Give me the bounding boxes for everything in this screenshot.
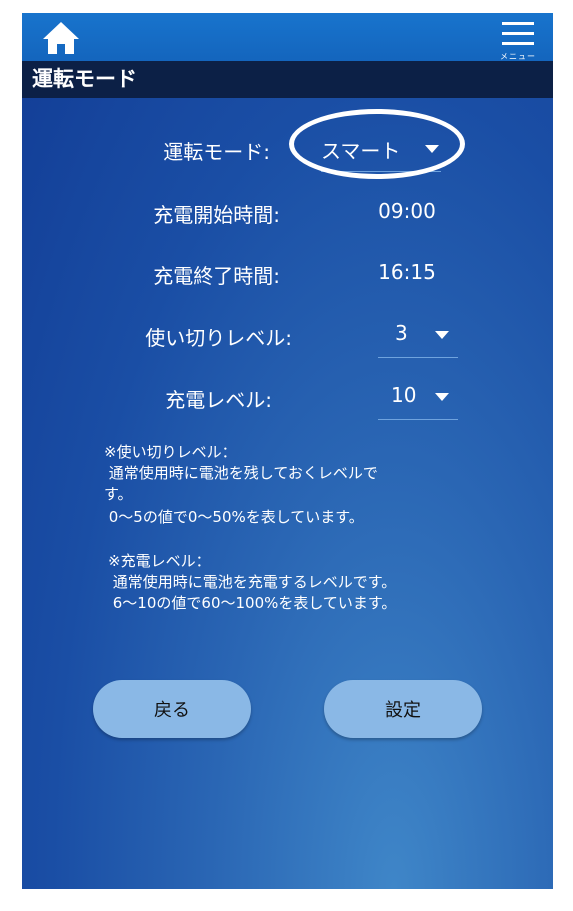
menu-button[interactable]: メニュー <box>496 19 540 61</box>
chevron-down-icon <box>435 331 449 339</box>
depletion-note-line: す。 <box>104 485 133 503</box>
depletion-level-value: 3 <box>395 321 408 345</box>
hamburger-menu-icon <box>502 22 534 45</box>
home-icon[interactable] <box>41 20 81 56</box>
charge-end-label: 充電終了時間: <box>153 264 280 288</box>
back-button[interactable]: 戻る <box>93 680 251 738</box>
charge-note-line: 通常使用時に電池を充電するレベルです。 <box>108 573 397 591</box>
chevron-down-icon <box>435 393 449 401</box>
highlight-ellipse <box>289 109 465 179</box>
charge-note-line: 6～10の値で60～100%を表しています。 <box>108 594 397 612</box>
depletion-level-select[interactable]: 3 <box>378 321 458 358</box>
app-screen: メニュー 運転モード 運転モード: スマート 充電開始時間: 09:00 充電終… <box>22 13 553 889</box>
charge-level-value: 10 <box>391 383 417 407</box>
top-bar: メニュー <box>22 13 553 61</box>
page-title: 運転モード <box>22 61 553 98</box>
depletion-note-line: 通常使用時に電池を残しておくレベルで <box>104 464 378 482</box>
depletion-level-label: 使い切りレベル: <box>145 326 292 350</box>
depletion-note-title: ※使い切りレベル： <box>104 443 237 461</box>
depletion-note-line: 0～5の値で0～50%を表しています。 <box>104 508 364 526</box>
charge-note-title: ※充電レベル： <box>108 552 211 570</box>
charge-start-label: 充電開始時間: <box>153 203 280 227</box>
charge-level-label: 充電レベル: <box>165 388 272 412</box>
charge-level-select[interactable]: 10 <box>378 383 458 420</box>
charge-start-time[interactable]: 09:00 <box>362 199 452 223</box>
set-button[interactable]: 設定 <box>324 680 482 738</box>
charge-end-time[interactable]: 16:15 <box>362 260 452 284</box>
mode-label: 運転モード: <box>163 140 270 164</box>
